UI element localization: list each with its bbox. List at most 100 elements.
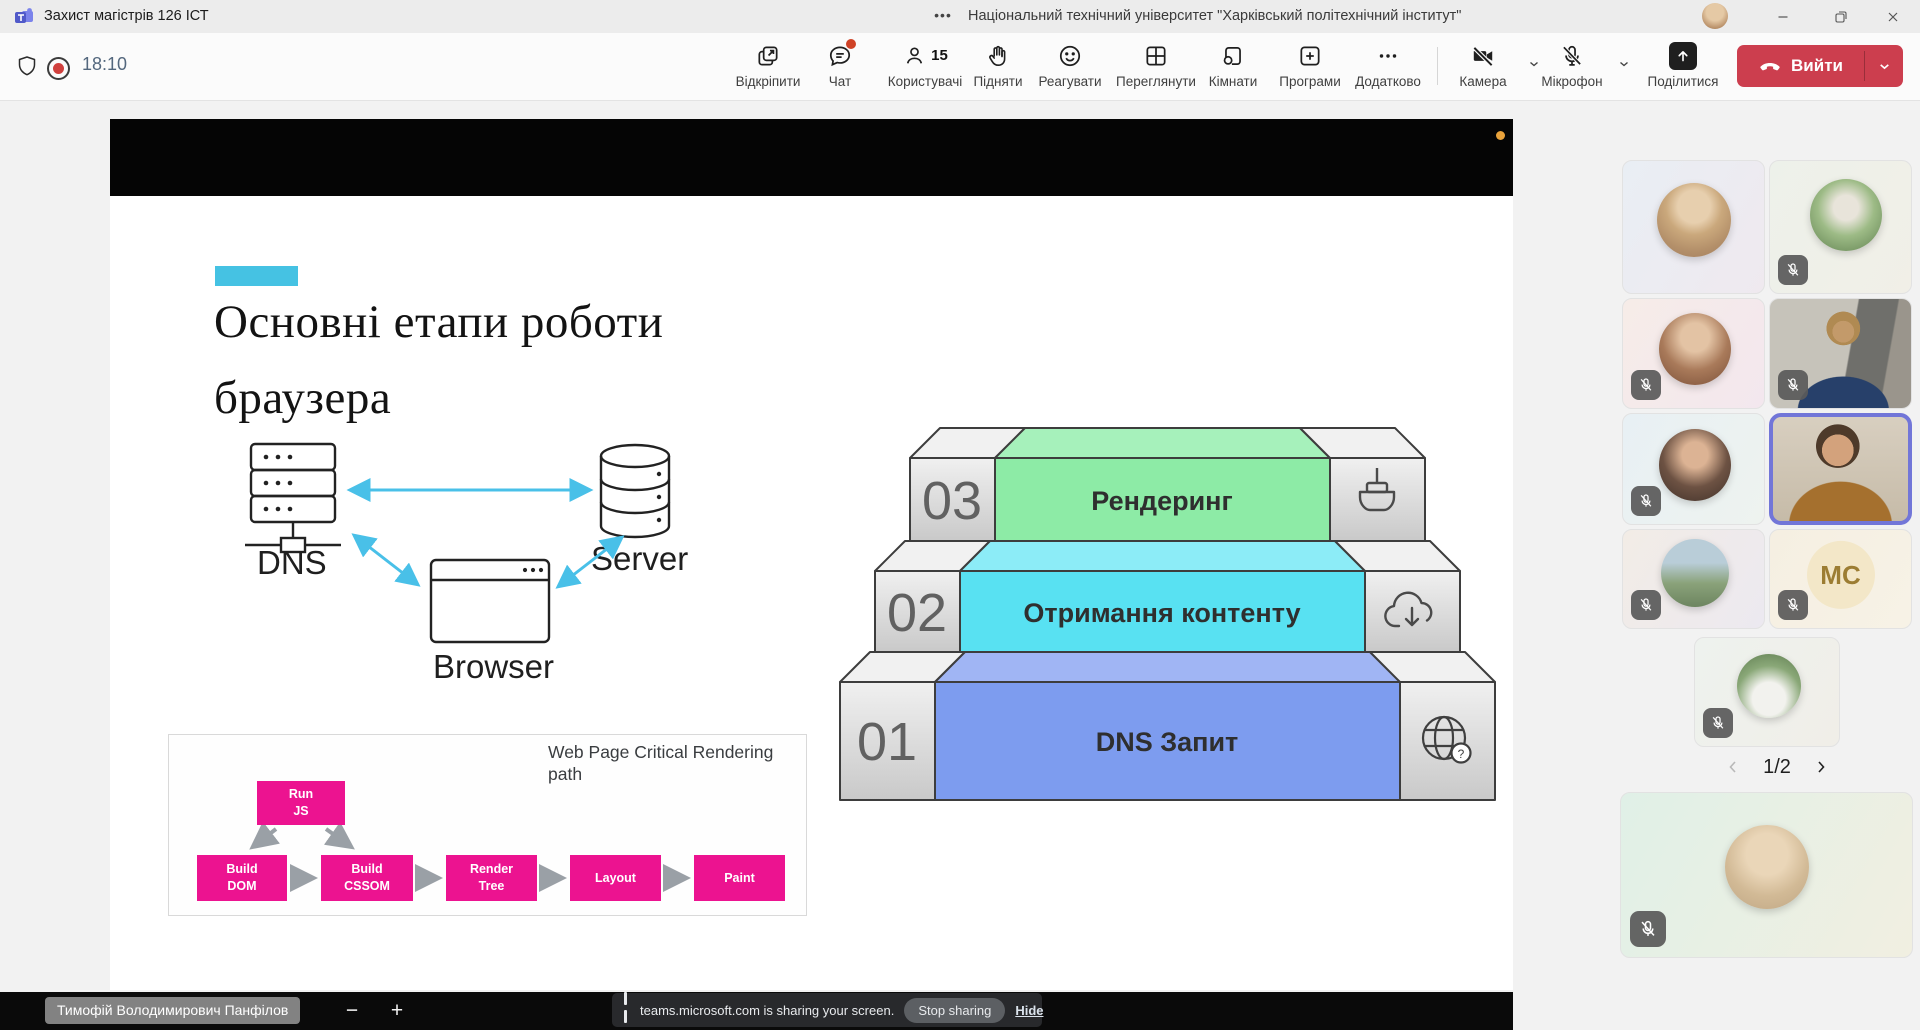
- mic-off-icon: [1712, 716, 1724, 729]
- browser-label: Browser: [433, 648, 554, 685]
- leave-options-chevron[interactable]: [1865, 45, 1903, 87]
- participant-count: 15: [931, 47, 948, 64]
- title-bar: Захист магістрів 126 ІСТ ••• Національни…: [0, 0, 1920, 34]
- participant-avatar: [1657, 183, 1731, 257]
- recording-indicator: [47, 57, 70, 80]
- toolbar-button-raise-hand[interactable]: Підняти: [958, 42, 1038, 89]
- participant-tile[interactable]: [1622, 529, 1765, 629]
- crp-node-run-js: Run JS: [257, 781, 345, 825]
- crp-node-build-cssom: Build CSSOM: [321, 855, 413, 901]
- browser-steps-diagram: 03 Рендеринг 02 Отримання контенту 01 DN…: [839, 427, 1496, 801]
- share-toast-message: teams.microsoft.com is sharing your scre…: [640, 1002, 895, 1018]
- toolbar-button-camera[interactable]: Камера: [1445, 42, 1521, 89]
- mic-muted-badge: [1778, 370, 1808, 400]
- participant-tile[interactable]: [1694, 637, 1840, 747]
- participant-video-tile[interactable]: [1769, 298, 1912, 409]
- rooms-icon: [1220, 42, 1246, 69]
- presenter-pointer-dot: [1496, 131, 1505, 140]
- add-app-icon: [1297, 42, 1323, 69]
- organization-name: Національний технічний університет "Харк…: [968, 8, 1462, 24]
- screen-share-toast: teams.microsoft.com is sharing your scre…: [612, 992, 1043, 1028]
- people-icon: 15: [902, 42, 948, 69]
- share-screen-icon: [1669, 41, 1697, 70]
- participant-initials: MC: [1806, 540, 1875, 609]
- mic-muted-badge: [1778, 255, 1808, 285]
- shield-icon[interactable]: [15, 54, 39, 78]
- zoom-in-button[interactable]: +: [381, 992, 413, 1030]
- participant-tile[interactable]: [1622, 413, 1765, 525]
- participant-tile-initials[interactable]: MC: [1769, 529, 1912, 629]
- toolbar-button-mic[interactable]: Мікрофон: [1534, 42, 1610, 89]
- ellipsis-icon: [1375, 42, 1401, 69]
- toolbar-button-unpin[interactable]: Відкріпити: [728, 42, 808, 89]
- crp-node-layout: Layout: [570, 855, 661, 901]
- hide-toast-link[interactable]: Hide: [1015, 1003, 1043, 1018]
- teams-logo-icon: [15, 8, 33, 23]
- step-3-number: 03: [922, 471, 982, 531]
- chat-icon: [827, 39, 856, 69]
- mic-off-icon: [1559, 42, 1585, 69]
- restore-button[interactable]: [1816, 0, 1866, 33]
- mic-off-icon: [1640, 598, 1652, 611]
- shared-slide: Основні етапи роботи браузера DNS Server…: [110, 196, 1513, 990]
- restore-icon: [1835, 10, 1847, 23]
- mic-options-chevron[interactable]: [1614, 54, 1634, 74]
- toolbar-button-view[interactable]: Переглянути: [1108, 42, 1204, 89]
- mic-muted-badge: [1778, 590, 1808, 620]
- slide-top-black-bar: [110, 119, 1513, 196]
- leave-button[interactable]: Вийти: [1737, 45, 1903, 87]
- diagram-arrows: [346, 478, 625, 589]
- mic-muted-badge: [1703, 708, 1733, 738]
- raise-hand-icon: [985, 42, 1011, 69]
- toolbar-button-more[interactable]: Додатково: [1344, 42, 1432, 89]
- participant-avatar: [1659, 313, 1731, 385]
- slide-accent-bar: [215, 266, 298, 286]
- pager-previous-chevron[interactable]: [1725, 759, 1741, 775]
- titlebar-overflow-button[interactable]: •••: [925, 0, 961, 33]
- mic-muted-badge: [1631, 590, 1661, 620]
- toolbar-button-react[interactable]: Реагувати: [1028, 42, 1112, 89]
- browser-icon: [429, 558, 551, 644]
- zoom-out-button[interactable]: −: [336, 992, 368, 1030]
- leave-label: Вийти: [1791, 56, 1843, 75]
- pager-next-chevron[interactable]: [1813, 759, 1829, 775]
- crp-node-build-dom: Build DOM: [197, 855, 287, 901]
- slide-title: Основні етапи роботи браузера: [214, 296, 664, 424]
- toolbar-button-chat[interactable]: Чат: [805, 39, 875, 89]
- account-avatar[interactable]: [1702, 3, 1728, 29]
- meeting-title: Захист магістрів 126 ІСТ: [44, 8, 209, 24]
- toolbar-button-share[interactable]: Поділитися: [1642, 41, 1724, 89]
- toolbar-button-rooms[interactable]: Кімнати: [1196, 42, 1270, 89]
- crp-node-render-tree: Render Tree: [446, 855, 537, 901]
- participant-avatar: [1661, 539, 1729, 607]
- chat-unread-badge: [846, 39, 856, 49]
- database-icon: [599, 443, 671, 539]
- critical-rendering-path-diagram: Web Page Critical Rendering path Run JS …: [168, 734, 807, 916]
- svg-text:?: ?: [1458, 747, 1465, 761]
- participant-avatar: [1810, 179, 1882, 251]
- participant-tile[interactable]: [1622, 298, 1765, 409]
- close-button[interactable]: [1868, 0, 1918, 33]
- server-label: Server: [591, 540, 688, 577]
- participant-tile[interactable]: [1769, 160, 1912, 294]
- smiley-icon: [1057, 42, 1083, 69]
- mic-muted-badge: [1630, 911, 1666, 947]
- grid-view-icon: [1143, 42, 1169, 69]
- mic-off-icon: [1640, 494, 1652, 507]
- toolbar-separator: [1437, 47, 1438, 85]
- pager-page-indicator: 1/2: [1763, 755, 1791, 778]
- participant-tile-large[interactable]: [1620, 792, 1913, 958]
- minimize-button[interactable]: [1758, 0, 1808, 33]
- popout-icon: [755, 42, 781, 69]
- camera-off-icon: [1469, 42, 1497, 69]
- close-icon: [1888, 12, 1898, 21]
- toolbar-button-apps[interactable]: Програми: [1268, 42, 1352, 89]
- network-diagram: DNS Server Browser: [245, 442, 688, 685]
- active-speaker-video-tile[interactable]: [1769, 413, 1912, 525]
- pause-share-icon: [624, 992, 630, 1028]
- presenter-name-label: Тимофій Володимирович Панфілов: [45, 997, 301, 1024]
- stop-sharing-button[interactable]: Stop sharing: [904, 997, 1006, 1023]
- participant-tile[interactable]: [1622, 160, 1765, 294]
- participant-avatar: [1659, 429, 1731, 501]
- step-1-label: DNS Запит: [1096, 727, 1239, 757]
